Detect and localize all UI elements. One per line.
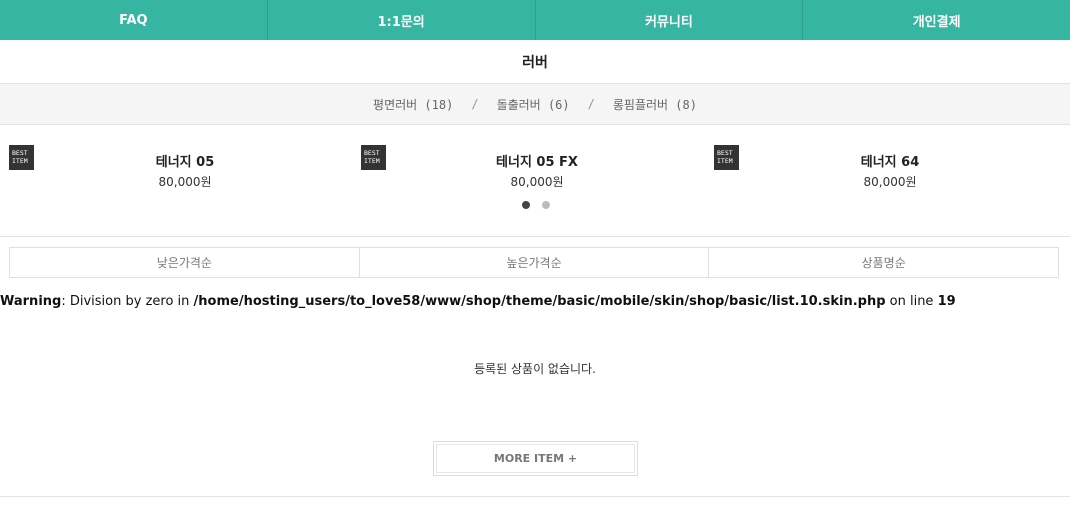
nav-community[interactable]: 커뮤니티 <box>536 0 804 40</box>
empty-product-message: 등록된 상품이 없습니다. <box>474 362 596 376</box>
best-item-price: 80,000원 <box>158 175 212 189</box>
subcategory-flat-rubber[interactable]: 평면러버 (18) <box>373 96 453 113</box>
subcategory-separator: / <box>471 97 479 111</box>
warning-path: /home/hosting_users/to_love58/www/shop/t… <box>193 294 886 309</box>
best-item-price: 80,000원 <box>863 175 917 189</box>
best-items-carousel: BEST ITEM 테너지 05 80,000원 BEST ITEM 테너지 0… <box>0 125 1070 237</box>
top-navigation: FAQ 1:1문의 커뮤니티 개인결제 <box>0 0 1070 40</box>
more-items-label: MORE ITEM + <box>493 452 578 465</box>
nav-one-to-one-inquiry[interactable]: 1:1문의 <box>268 0 536 40</box>
best-item-name[interactable]: 테너지 05 FX <box>361 151 713 170</box>
best-item-card[interactable]: BEST ITEM 테너지 05 FX 80,000원 <box>361 145 713 195</box>
best-item-name[interactable]: 테너지 05 <box>9 151 361 170</box>
php-warning-message: Warning: Division by zero in /home/hosti… <box>0 294 1070 309</box>
carousel-dot[interactable] <box>542 201 550 209</box>
divider <box>0 496 1070 497</box>
sort-high-price[interactable]: 높은가격순 <box>360 248 710 277</box>
subcategory-pimples-out-rubber[interactable]: 돌출러버 (6) <box>497 96 570 113</box>
sort-product-name[interactable]: 상품명순 <box>709 248 1058 277</box>
sort-low-price[interactable]: 낮은가격순 <box>10 248 360 277</box>
nav-faq[interactable]: FAQ <box>0 0 268 40</box>
subcategory-separator: / <box>587 97 595 111</box>
warning-line-text: on line <box>885 294 938 309</box>
warning-line-number: 19 <box>937 294 956 309</box>
subcategory-long-pimple-rubber[interactable]: 롱핌플러버 (8) <box>613 96 697 113</box>
best-item-name[interactable]: 테너지 64 <box>714 151 1066 170</box>
warning-text: : Division by zero in <box>61 294 194 309</box>
warning-label: Warning <box>0 294 62 309</box>
best-item-price: 80,000원 <box>510 175 564 189</box>
carousel-pagination <box>522 201 562 209</box>
best-item-card[interactable]: BEST ITEM 테너지 64 80,000원 <box>714 145 1066 195</box>
best-item-card[interactable]: BEST ITEM 테너지 05 80,000원 <box>9 145 361 195</box>
subcategory-bar: 평면러버 (18) / 돌출러버 (6) / 롱핌플러버 (8) <box>0 84 1070 125</box>
nav-personal-payment[interactable]: 개인결제 <box>803 0 1070 40</box>
more-items-button[interactable]: MORE ITEM + <box>433 441 638 476</box>
carousel-dot-active[interactable] <box>522 201 530 209</box>
sort-options: 낮은가격순 높은가격순 상품명순 <box>9 247 1059 278</box>
category-title: 러버 <box>0 40 1070 84</box>
